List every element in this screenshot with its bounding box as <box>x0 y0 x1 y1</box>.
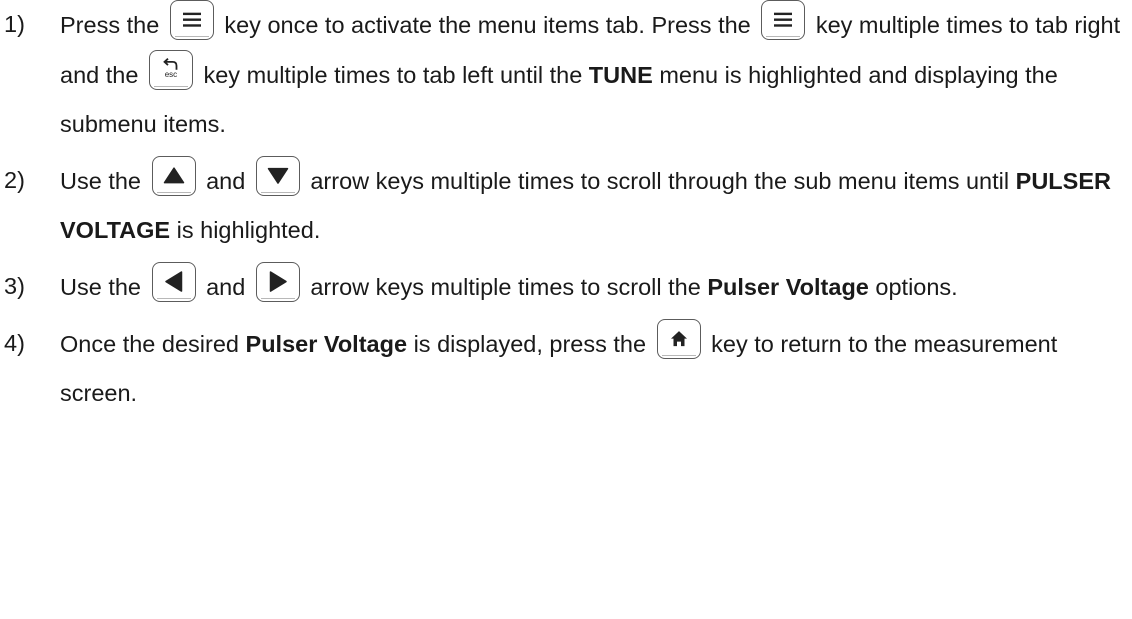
up-arrow-key-icon <box>151 156 196 196</box>
step-text: is displayed, press the <box>413 331 647 357</box>
bold-term: Pulser Voltage <box>707 274 869 300</box>
step-2: 2) Use the and arrow keys multiple times… <box>4 156 1128 255</box>
step-text: arrow keys multiple times to scroll thro… <box>310 168 1010 194</box>
bold-term: TUNE <box>588 62 653 88</box>
home-key-icon <box>656 319 701 359</box>
step-text: is highlighted. <box>176 217 321 243</box>
step-3: 3) Use the and arrow keys multiple times… <box>4 262 1128 312</box>
step-text: options. <box>875 274 958 300</box>
step-number: 2) <box>4 167 25 193</box>
step-text: Use the <box>60 168 141 194</box>
step-text: arrow keys multiple times to scroll the <box>310 274 701 300</box>
step-text: Press the <box>60 12 160 38</box>
menu-key-icon <box>169 0 214 40</box>
step-text: and <box>206 168 246 194</box>
right-arrow-key-icon <box>255 262 300 302</box>
step-text: key once to activate the menu items tab.… <box>224 12 751 38</box>
step-number: 1) <box>4 11 25 37</box>
esc-key-label: esc <box>164 70 178 79</box>
esc-key-icon: esc <box>148 50 193 90</box>
step-text: and <box>206 274 246 300</box>
step-number: 3) <box>4 273 25 299</box>
instruction-steps: 1) Press the key once to activate the me… <box>4 0 1128 425</box>
step-text: key multiple times to tab left until the <box>203 62 583 88</box>
step-text: Once the desired <box>60 331 239 357</box>
bold-term: Pulser Voltage <box>245 331 408 357</box>
step-number: 4) <box>4 330 25 356</box>
menu-key-icon <box>761 0 806 40</box>
left-arrow-key-icon <box>151 262 196 302</box>
down-arrow-key-icon <box>255 156 300 196</box>
step-text: Use the <box>60 274 141 300</box>
step-1: 1) Press the key once to activate the me… <box>4 0 1128 149</box>
step-4: 4) Once the desired Pulser Voltage is di… <box>4 319 1128 418</box>
